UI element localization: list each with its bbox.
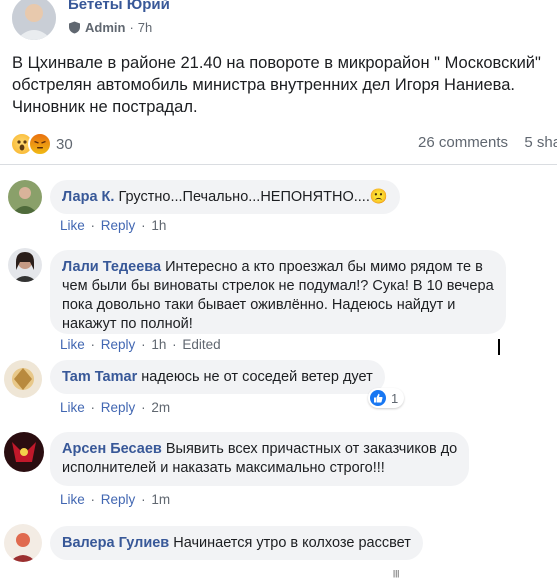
like-link[interactable]: Like [60,218,85,233]
like-link[interactable]: Like [60,400,85,415]
comment-timestamp[interactable]: 1h [151,218,166,233]
comment-author[interactable]: Валера Гулиев [62,535,169,551]
comment-text-line: Интересно а кто проезжал бы мимо рядом т… [165,259,483,275]
reaction-count: 1 [391,390,399,406]
avatar-photo [4,360,42,398]
commenter-avatar[interactable] [4,360,42,398]
commenter-avatar[interactable] [4,432,44,472]
like-link[interactable]: Like [60,337,85,352]
comment-text-line: Выявить всех причастных от заказчиков до [165,441,458,457]
comment-text-line: накажут по полной! [62,316,193,332]
admin-label: Admin [85,20,126,35]
comment-author[interactable]: Лали Тедеева [62,259,161,275]
reply-link[interactable]: Reply [101,492,136,507]
like-link[interactable]: Like [60,492,85,507]
edited-label[interactable]: Edited [182,337,220,352]
comment-bubble: Валера Гулиев Начинается утро в колхозе … [50,526,423,560]
text-cursor [498,339,500,355]
comment-reaction-badge[interactable]: 1 [368,388,405,408]
commenter-avatar[interactable] [4,524,42,562]
shares-count-link[interactable]: 5 sha [524,134,557,151]
post-author-avatar[interactable] [12,0,56,40]
post-divider [0,164,557,165]
reply-link[interactable]: Reply [101,337,136,352]
avatar-photo [12,0,56,40]
comment-actions: Like · Reply · 2m [60,400,171,415]
post-text: В Цхинвале в районе 21.40 на повороте в … [12,52,557,118]
comment-author[interactable]: Лара К. [62,189,114,205]
admin-shield-icon [69,21,80,34]
angry-icon [28,132,52,156]
post-text-line: В Цхинвале в районе 21.40 на повороте в … [12,54,541,72]
comments-count-link[interactable]: 26 comments [418,134,508,151]
comment-actions: Like · Reply · 1m [60,492,171,507]
comment-bubble: Tam Tamar надеюсь не от соседей ветер ду… [50,360,385,394]
comment-text-line: чем были бы виноваты стрелок не подумал!… [62,278,494,294]
avatar-photo [8,248,42,282]
post-stats: 26 comments 5 sha [418,134,557,151]
thumbs-up-icon [370,390,386,406]
post-author-name[interactable]: Бететы Юрий [68,0,170,13]
comment-timestamp[interactable]: 1m [151,492,170,507]
avatar-photo [8,180,42,214]
post-text-line: Чиновник не пострадал. [12,98,198,116]
comment-timestamp[interactable]: 2m [151,400,170,415]
post-timestamp[interactable]: 7h [138,20,152,35]
comment-text-line: пока довольно таки бывает оживлённо. Над… [62,297,456,313]
comment-bubble: Арсен Бесаев Выявить всех причастных от … [50,432,470,486]
comment-actions: Like · Reply · 1h · Edited [60,337,221,352]
comment-author[interactable]: Tam Tamar [62,369,137,385]
reaction-summary[interactable]: 30 [10,132,73,156]
avatar-photo [4,432,44,472]
post-text-line: обстрелян автомобиль министра внутренних… [12,76,515,94]
post-meta: Admin · 7h [68,20,152,35]
comment-bubble: Лали Тедеева Интересно а кто проезжал бы… [50,250,506,334]
comment-text: надеюсь не от соседей ветер дует [141,369,373,385]
meta-separator: · [129,20,134,35]
comment-timestamp[interactable]: 1h [151,337,166,352]
reaction-count[interactable]: 30 [56,136,73,153]
avatar-photo [4,524,42,562]
comment-text-line: исполнителей и наказать максимально стро… [62,460,385,476]
comment-text: Начинается утро в колхозе рассвет [173,535,411,551]
reply-link[interactable]: Reply [101,218,136,233]
reply-link[interactable]: Reply [101,400,136,415]
comment-author[interactable]: Арсен Бесаев [62,441,162,457]
comment-text: Грустно...Печально...НЕПОНЯТНО....🙁 [118,189,388,205]
commenter-avatar[interactable] [8,180,42,214]
comment-bubble: Лара К. Грустно...Печально...НЕПОНЯТНО..… [50,180,400,214]
comment-actions: Like · Reply · 1h [60,218,167,233]
commenter-avatar[interactable] [8,248,42,282]
